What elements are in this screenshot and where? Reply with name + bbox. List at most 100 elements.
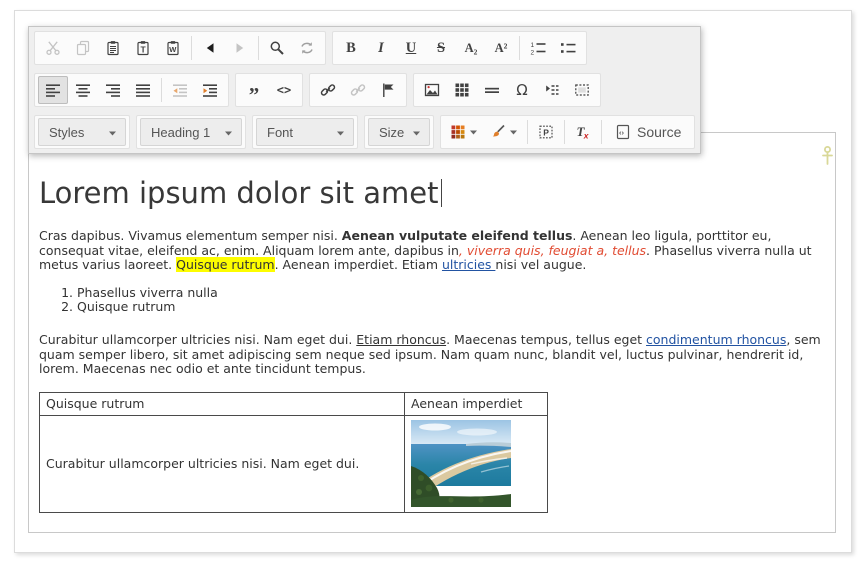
remove-format-icon: Tx <box>575 124 591 140</box>
link-button[interactable] <box>313 76 343 104</box>
increase-indent-button[interactable] <box>195 76 225 104</box>
flag-icon <box>380 82 396 98</box>
hr-icon <box>484 82 500 98</box>
font-combo-label: Font <box>267 125 293 140</box>
list-item: Quisque rutrum <box>77 300 825 315</box>
text-run: Etiam rhoncus <box>356 332 446 347</box>
align-right-icon <box>105 82 121 98</box>
paragraph: Cras dapibus. Vivamus elementum semper n… <box>39 229 825 273</box>
cut-button[interactable] <box>38 34 68 62</box>
align-right-button[interactable] <box>98 76 128 104</box>
size-combo[interactable]: Size <box>368 118 430 146</box>
undo-icon <box>202 40 218 56</box>
unlink-button[interactable] <box>343 76 373 104</box>
special-character-button[interactable]: Ω <box>507 76 537 104</box>
link-icon <box>320 82 336 98</box>
toolbar-row: Styles Heading 1 Font Size P Tx ‹› Source <box>29 111 700 153</box>
table-cell[interactable]: Curabitur ullamcorper ultricies nisi. Na… <box>40 415 405 512</box>
font-combo[interactable]: Font <box>256 118 354 146</box>
bulleted-list-button[interactable] <box>553 34 583 62</box>
rich-text-editing-area[interactable]: Lorem ipsum dolor sit amet Cras dapibus.… <box>28 132 836 533</box>
background-color-button[interactable] <box>484 118 524 146</box>
replace-button[interactable] <box>292 34 322 62</box>
inline-link[interactable]: ultricies <box>442 257 495 272</box>
cut-icon <box>45 40 61 56</box>
iframe-button[interactable] <box>567 76 597 104</box>
size-combo-label: Size <box>379 125 404 140</box>
redo-button[interactable] <box>225 34 255 62</box>
source-button[interactable]: ‹› Source <box>605 118 691 146</box>
paste-icon <box>105 40 121 56</box>
undo-button[interactable] <box>195 34 225 62</box>
beach-photo[interactable] <box>411 420 511 507</box>
paste-plain-text-button[interactable]: T <box>128 34 158 62</box>
italic-icon: I <box>378 40 384 57</box>
show-blocks-button[interactable]: P <box>531 118 561 146</box>
toolbar-separator <box>161 78 162 102</box>
horizontal-rule-button[interactable] <box>477 76 507 104</box>
align-left-button[interactable] <box>38 76 68 104</box>
chevron-down-icon <box>224 125 233 140</box>
find-button[interactable] <box>262 34 292 62</box>
copy-button[interactable] <box>68 34 98 62</box>
text-run: Curabitur ullamcorper ultricies nisi. Na… <box>39 332 356 347</box>
image-icon <box>424 82 440 98</box>
toolbar-separator <box>519 36 520 60</box>
toolbar-row: ” <> Ω <box>29 69 606 111</box>
paste-word-icon: W <box>165 40 181 56</box>
superscript-button[interactable]: A² <box>486 34 516 62</box>
blockquote-icon: ” <box>249 83 260 98</box>
svg-text:‹›: ‹› <box>619 128 624 137</box>
superscript-icon: A² <box>495 41 508 56</box>
toolbar-group: Styles <box>34 115 130 149</box>
document-heading: Lorem ipsum dolor sit amet <box>39 177 825 211</box>
paste-text-icon: T <box>135 40 151 56</box>
text-run: . Maecenas tempus, tellus eget <box>446 332 646 347</box>
redo-icon <box>232 40 248 56</box>
link-icon <box>350 82 366 98</box>
styles-combo[interactable]: Styles <box>38 118 126 146</box>
paste-button[interactable] <box>98 34 128 62</box>
underline-button[interactable]: U <box>396 34 426 62</box>
align-justify-button[interactable] <box>128 76 158 104</box>
toolbar-group: ” <> <box>235 73 303 107</box>
align-center-button[interactable] <box>68 76 98 104</box>
brush-icon <box>490 124 506 140</box>
toolbar-group: TW <box>34 31 326 65</box>
text-run: Aenean vulputate eleifend tellus <box>342 228 573 243</box>
text-color-button[interactable] <box>444 118 484 146</box>
table-header-cell[interactable]: Quisque rutrum <box>40 392 405 415</box>
anchor-button[interactable] <box>373 76 403 104</box>
create-div-button[interactable]: <> <box>269 76 299 104</box>
format-combo[interactable]: Heading 1 <box>140 118 242 146</box>
table-icon <box>454 82 470 98</box>
inline-link[interactable]: condimentum rhoncus <box>646 332 786 347</box>
copy-icon <box>75 40 91 56</box>
styles-combo-label: Styles <box>49 125 84 140</box>
numbered-list-button[interactable]: 12 <box>523 34 553 62</box>
blockquote-button[interactable]: ” <box>239 76 269 104</box>
svg-text:W: W <box>169 45 177 54</box>
text-run: , viverra quis, feugiat a, tellus <box>459 243 646 258</box>
toolbar-group <box>34 73 229 107</box>
decrease-indent-button[interactable] <box>165 76 195 104</box>
text-run: nisi vel augue. <box>495 257 586 272</box>
italic-button[interactable]: I <box>366 34 396 62</box>
paste-from-word-button[interactable]: W <box>158 34 188 62</box>
table-header-cell[interactable]: Aenean imperdiet <box>405 392 548 415</box>
color-grid-icon <box>450 124 466 140</box>
svg-text:x: x <box>583 130 590 140</box>
toolbar-separator <box>601 120 602 144</box>
table-button[interactable] <box>447 76 477 104</box>
bold-button[interactable]: B <box>336 34 366 62</box>
floating-toolbar: TWBIUSA₂A²12”<>ΩStylesHeading 1FontSizeP… <box>28 26 701 154</box>
remove-format-button[interactable]: Tx <box>568 118 598 146</box>
ol-icon: 12 <box>530 40 546 56</box>
strikethrough-button[interactable]: S <box>426 34 456 62</box>
subscript-icon: A₂ <box>465 41 478 56</box>
page-break-button[interactable] <box>537 76 567 104</box>
source-button-label: Source <box>637 124 681 140</box>
subscript-button[interactable]: A₂ <box>456 34 486 62</box>
table-cell[interactable] <box>405 415 548 512</box>
image-button[interactable] <box>417 76 447 104</box>
